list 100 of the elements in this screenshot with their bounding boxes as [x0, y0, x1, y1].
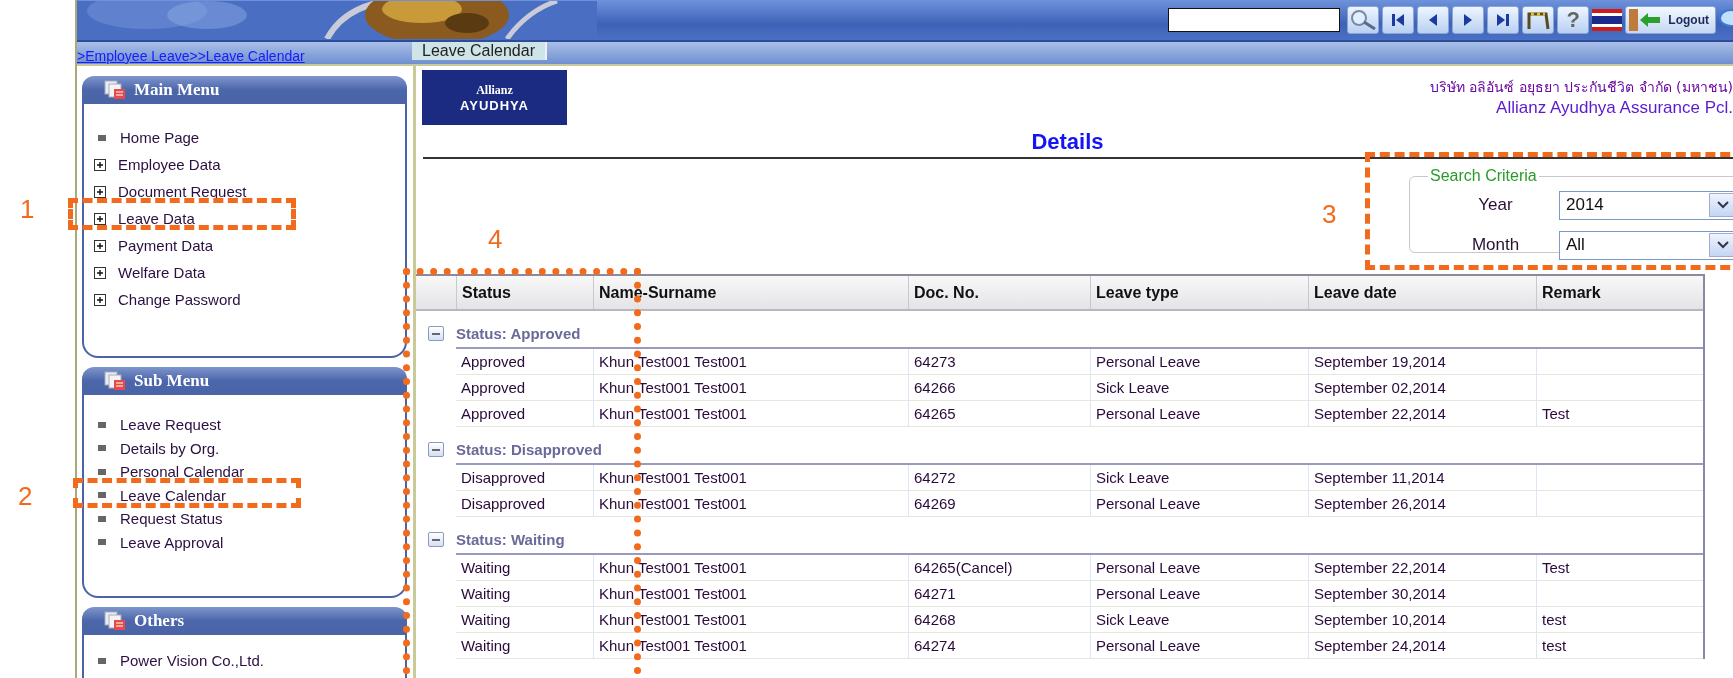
- logout-button[interactable]: Logout: [1625, 6, 1716, 34]
- help-button[interactable]: ?: [1557, 6, 1590, 34]
- menu-item[interactable]: Leave Approval: [94, 530, 405, 554]
- table-cell: 64273: [908, 349, 1090, 375]
- table-cell: test: [1536, 633, 1703, 659]
- company-thai-name: บริษัท อลิอันซ์ อยุธยา ประกันชีวิต จำกัด (มหาชน): [1429, 78, 1733, 98]
- dropdown[interactable]: 2014: [1559, 190, 1733, 220]
- annotation-number: 4: [488, 224, 503, 255]
- table-cell: Personal Leave: [1090, 401, 1308, 427]
- menu-item[interactable]: Home Page: [94, 124, 405, 151]
- table-cell: September 22,2014: [1308, 555, 1536, 581]
- table-cell: Personal Leave: [1090, 633, 1308, 659]
- table-cell: 64272: [908, 465, 1090, 491]
- table-cell: September 19,2014: [1308, 349, 1536, 375]
- next-button[interactable]: [1452, 6, 1485, 34]
- menu-item[interactable]: Welfare Data: [94, 259, 405, 286]
- table-cell: Sick Leave: [1090, 375, 1308, 401]
- table-cell: Khun Test001 Test001: [593, 555, 908, 581]
- group-header: Status: Approved: [456, 319, 1703, 349]
- search-field[interactable]: [1168, 8, 1341, 32]
- plus-box-icon: [94, 293, 106, 306]
- plus-box-icon: [94, 239, 106, 252]
- column-header[interactable]: Leave type: [1090, 276, 1308, 309]
- company-logo: Allianz AYUDHYA: [422, 70, 567, 125]
- collapse-toggle[interactable]: [428, 442, 444, 457]
- table-cell: September 02,2014: [1308, 375, 1536, 401]
- table-cell: Test: [1536, 401, 1703, 427]
- menu-item[interactable]: Document Request: [94, 178, 405, 205]
- table-cell: 64266: [908, 375, 1090, 401]
- menu-panel-title: Others: [134, 611, 185, 631]
- previous-button[interactable]: [1417, 6, 1450, 34]
- menu-item[interactable]: Leave Data: [94, 205, 405, 232]
- first-button[interactable]: [1382, 6, 1415, 34]
- plus-box-icon: [94, 266, 106, 279]
- menu-item[interactable]: Change Password: [94, 286, 405, 313]
- annotation-number: 3: [1322, 199, 1337, 230]
- table-cell: 64265: [908, 401, 1090, 427]
- table-cell: Personal Leave: [1090, 491, 1308, 517]
- table-cell: Waiting: [456, 581, 593, 607]
- collapse-toggle[interactable]: [428, 326, 444, 341]
- menu-item[interactable]: Employee Data: [94, 151, 405, 178]
- table-cell: Disapproved: [456, 491, 593, 517]
- menu-item[interactable]: Details by Org.: [94, 436, 405, 460]
- table-cell: Approved: [456, 349, 593, 375]
- menu-item[interactable]: Personal Calendar: [94, 460, 405, 484]
- plus-box-icon: [94, 185, 106, 198]
- table-cell: Approved: [456, 375, 593, 401]
- column-header[interactable]: Status: [456, 276, 593, 309]
- table-cell: 64268: [908, 607, 1090, 633]
- column-header[interactable]: Doc. No.: [908, 276, 1090, 309]
- table-cell: Khun Test001 Test001: [593, 633, 908, 659]
- table-cell: Khun Test001 Test001: [593, 401, 908, 427]
- table-cell: test: [1536, 607, 1703, 633]
- table-cell: September 30,2014: [1308, 581, 1536, 607]
- company-english-name: Allianz Ayudhya Assurance Pcl.: [1496, 98, 1733, 118]
- menu-item[interactable]: Leave Calendar: [94, 483, 405, 507]
- table-cell: Waiting: [456, 633, 593, 659]
- search-criteria-legend: Search Criteria: [1428, 167, 1539, 185]
- column-header[interactable]: Leave date: [1308, 276, 1536, 309]
- menu-item[interactable]: Power Vision Co.,Ltd.: [94, 649, 405, 673]
- column-header[interactable]: Remark: [1536, 276, 1703, 309]
- field-label: Year: [1477, 195, 1514, 215]
- menu-item[interactable]: Request Status: [94, 507, 405, 531]
- barrier-icon: [1526, 10, 1551, 30]
- table-cell: Personal Leave: [1090, 349, 1308, 375]
- last-button[interactable]: [1487, 6, 1520, 34]
- table-cell: September 11,2014: [1308, 465, 1536, 491]
- plus-box-icon: [94, 212, 106, 225]
- menu-panel-title: Main Menu: [134, 80, 220, 100]
- field-label: Month: [1470, 235, 1521, 255]
- table-cell: Approved: [456, 401, 593, 427]
- chevron-down-icon: [1716, 201, 1729, 209]
- table-cell: Khun Test001 Test001: [593, 607, 908, 633]
- flag-icon: [1592, 9, 1623, 31]
- table-cell: 64265(Cancel): [908, 555, 1090, 581]
- collapse-toggle[interactable]: [428, 532, 444, 547]
- table-cell: Disapproved: [456, 465, 593, 491]
- table-cell: Khun Test001 Test001: [593, 581, 908, 607]
- annotation-number: 2: [18, 481, 33, 512]
- table-cell: September 10,2014: [1308, 607, 1536, 633]
- menu-item[interactable]: Payment Data: [94, 232, 405, 259]
- menu-item[interactable]: Leave Request: [94, 413, 405, 437]
- table-cell: Sick Leave: [1090, 465, 1308, 491]
- table-cell: Personal Leave: [1090, 555, 1308, 581]
- table-cell: Khun Test001 Test001: [593, 349, 908, 375]
- annotation-number: 1: [20, 194, 35, 225]
- column-header[interactable]: Name-Surname: [593, 276, 908, 309]
- plus-box-icon: [94, 158, 106, 171]
- table-cell: Khun Test001 Test001: [593, 491, 908, 517]
- dropdown[interactable]: All: [1559, 230, 1733, 260]
- page-title: Details: [1030, 129, 1105, 155]
- table-cell: September 26,2014: [1308, 491, 1536, 517]
- table-cell: Personal Leave: [1090, 581, 1308, 607]
- barrier-button[interactable]: [1522, 6, 1555, 34]
- table-cell: Waiting: [456, 607, 593, 633]
- table-cell: September 22,2014: [1308, 401, 1536, 427]
- search-button[interactable]: [1347, 6, 1380, 34]
- documents-icon: [104, 80, 126, 100]
- table-cell: Sick Leave: [1090, 607, 1308, 633]
- documents-icon: [104, 611, 126, 631]
